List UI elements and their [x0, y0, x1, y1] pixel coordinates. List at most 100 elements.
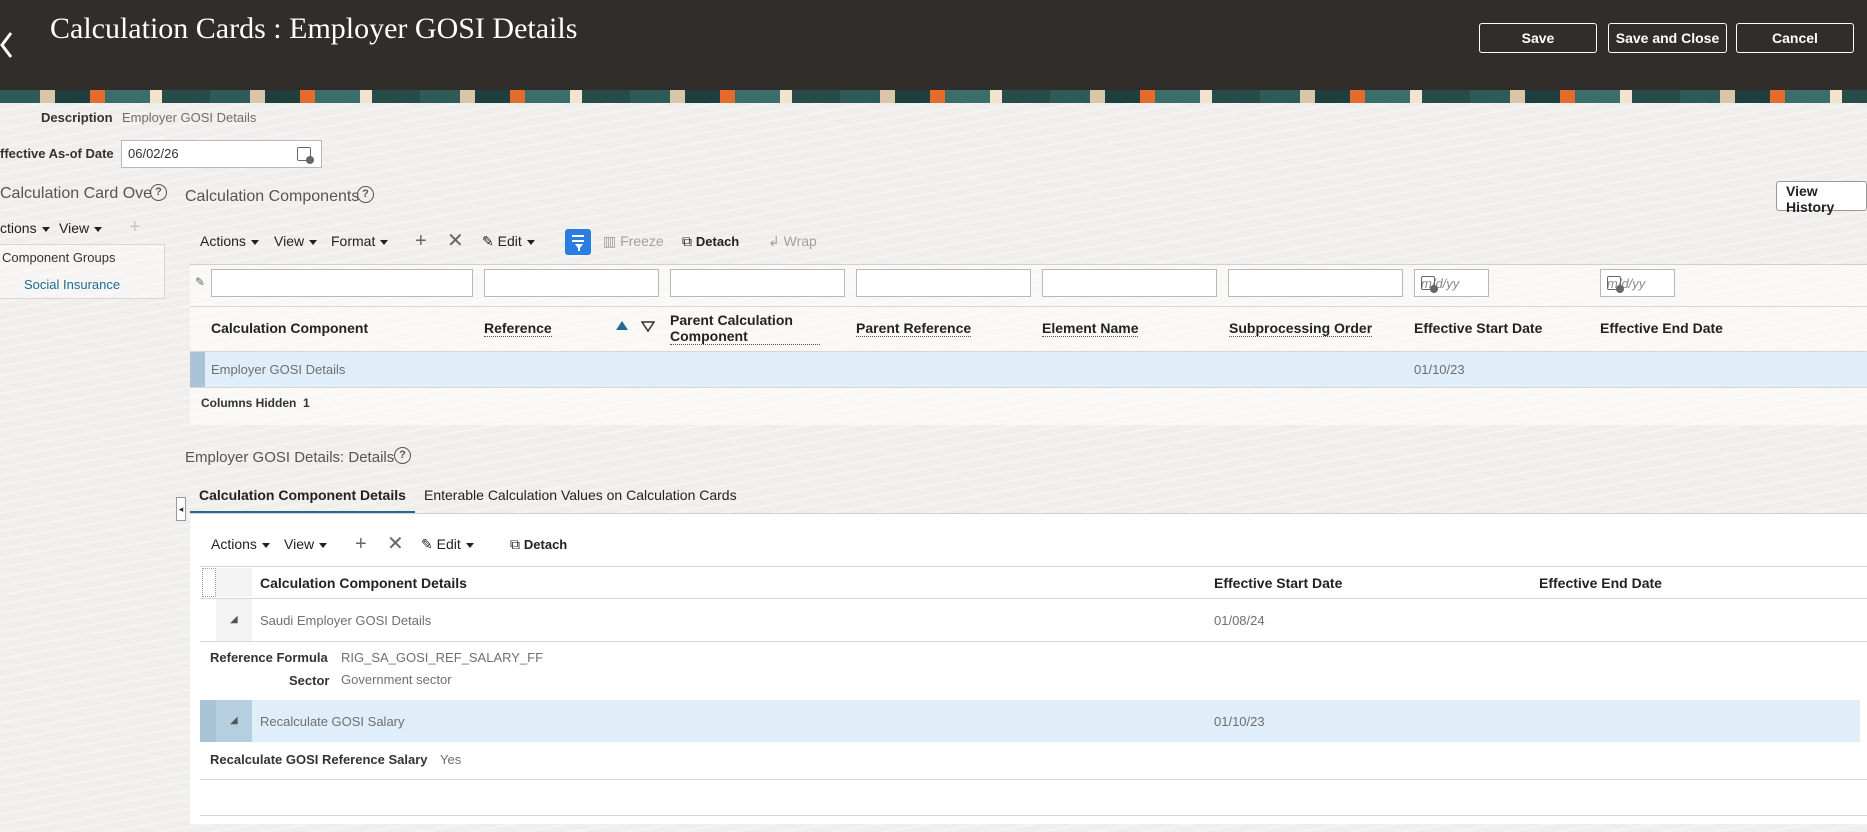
row-start-date: 01/10/23: [1214, 714, 1265, 729]
col-subprocessing-order[interactable]: Subprocessing Order: [1229, 320, 1373, 337]
select-all-cell[interactable]: [202, 568, 216, 597]
delete-icon[interactable]: ✕: [387, 534, 404, 554]
edit-label: Edit: [497, 233, 522, 249]
divider: [200, 566, 1867, 567]
help-icon[interactable]: ?: [394, 447, 411, 464]
collapse-pane-icon[interactable]: ◂: [176, 497, 186, 521]
table-row[interactable]: Employer GOSI Details 01/10/23: [190, 352, 1867, 387]
divider: [190, 387, 1867, 388]
details-title: Employer GOSI Details: Details: [185, 449, 395, 466]
freeze-label: Freeze: [620, 233, 664, 249]
detach-button[interactable]: ⧉ Detach: [682, 233, 739, 250]
filter-element-name[interactable]: [1042, 269, 1217, 297]
wrap-button[interactable]: ↲ Wrap: [768, 233, 817, 250]
detach-icon: ⧉: [682, 233, 692, 249]
divider: [200, 815, 1867, 816]
overview-view-menu[interactable]: View: [59, 220, 103, 236]
help-icon[interactable]: ?: [357, 186, 374, 203]
col-reference[interactable]: Reference: [484, 320, 552, 337]
edit-label: Edit: [436, 536, 461, 552]
col-calculation-component[interactable]: Calculation Component: [211, 320, 368, 336]
details-actions-menu[interactable]: Actions: [211, 536, 270, 552]
filter-effective-start-date[interactable]: m/d/yy: [1414, 269, 1489, 297]
col-effective-start-date[interactable]: Effective Start Date: [1414, 320, 1542, 336]
calendar-icon[interactable]: [1421, 276, 1438, 293]
filter-calculation-component[interactable]: [211, 269, 473, 297]
save-and-close-button[interactable]: Save and Close: [1608, 23, 1727, 53]
format-menu[interactable]: Format: [331, 233, 389, 249]
field-label-reference-formula: Reference Formula: [210, 650, 328, 665]
freeze-button[interactable]: ▥ Freeze: [603, 233, 664, 250]
actions-menu[interactable]: Actions: [200, 233, 259, 249]
col-parent-calculation-component[interactable]: Parent Calculation Component: [670, 312, 820, 345]
collapse-triangle-icon[interactable]: ◢: [230, 715, 238, 726]
filter-parent-reference[interactable]: [856, 269, 1031, 297]
calendar-icon[interactable]: [297, 147, 314, 164]
row-selector[interactable]: [200, 700, 216, 742]
tree-item-component-groups[interactable]: Component Groups: [2, 250, 115, 265]
view-label: View: [284, 536, 315, 552]
query-by-example-icon[interactable]: [565, 229, 591, 255]
back-arrow-icon[interactable]: [0, 30, 14, 60]
freeze-icon: ▥: [603, 233, 617, 249]
description-value: Employer GOSI Details: [122, 110, 257, 125]
collapse-triangle-icon[interactable]: ◢: [230, 614, 238, 625]
col-calculation-component-details[interactable]: Calculation Component Details: [260, 575, 467, 591]
row-selector[interactable]: [190, 352, 205, 387]
view-history-button[interactable]: View History: [1776, 181, 1867, 215]
add-icon[interactable]: +: [355, 534, 367, 554]
divider: [200, 641, 1867, 642]
row-name: Recalculate GOSI Salary: [260, 714, 405, 729]
columns-hidden-count: 1: [303, 396, 310, 410]
overview-actions-menu[interactable]: ctions: [0, 220, 50, 236]
filter-effective-end-date[interactable]: m/d/yy: [1600, 269, 1675, 297]
sort-descending-icon[interactable]: [640, 320, 656, 335]
tree-item-social-insurance[interactable]: Social Insurance: [24, 277, 120, 292]
filter-parent-calculation-component[interactable]: [670, 269, 845, 297]
col-effective-start-date[interactable]: Effective Start Date: [1214, 575, 1342, 591]
description-label: Description: [41, 110, 113, 125]
detach-label: Detach: [695, 234, 740, 249]
help-icon[interactable]: ?: [150, 184, 167, 201]
filter-reference[interactable]: [484, 269, 659, 297]
overview-title: Calculation Card Ove: [0, 185, 153, 202]
field-label-sector: Sector: [289, 673, 330, 688]
add-icon[interactable]: +: [129, 217, 141, 237]
as-of-date-field[interactable]: 06/02/26: [121, 140, 322, 168]
actions-label: Actions: [211, 536, 257, 552]
col-effective-end-date[interactable]: Effective End Date: [1539, 575, 1662, 591]
tab-enterable-calculation-values[interactable]: Enterable Calculation Values on Calculat…: [424, 487, 737, 503]
table-row[interactable]: ◢ Recalculate GOSI Salary 01/10/23: [200, 700, 1860, 742]
edit-menu[interactable]: ✎ Edit: [482, 233, 535, 250]
add-icon[interactable]: +: [415, 231, 427, 251]
cancel-button[interactable]: Cancel: [1736, 23, 1854, 53]
format-label: Format: [331, 233, 376, 249]
detach-icon: ⧉: [510, 536, 520, 552]
table-row[interactable]: ◢ Saudi Employer GOSI Details 01/08/24: [200, 599, 1867, 641]
view-label: View: [274, 233, 305, 249]
overview-actions-label: ctions: [0, 220, 37, 236]
row-name: Saudi Employer GOSI Details: [260, 613, 432, 628]
tab-calculation-component-details[interactable]: Calculation Component Details: [190, 480, 415, 514]
delete-icon[interactable]: ✕: [447, 231, 464, 251]
calendar-icon[interactable]: [1607, 276, 1624, 293]
row-start-date: 01/08/24: [1214, 613, 1265, 628]
as-of-date-value: 06/02/26: [128, 146, 179, 161]
wrap-icon: ↲: [768, 233, 780, 249]
sort-ascending-icon[interactable]: [615, 320, 629, 335]
col-element-name[interactable]: Element Name: [1042, 320, 1139, 337]
details-detach-button[interactable]: ⧉ Detach: [510, 536, 567, 553]
columns-hidden-status: Columns Hidden 1: [201, 396, 310, 410]
overview-view-label: View: [59, 220, 90, 236]
details-edit-menu[interactable]: ✎ Edit: [421, 536, 474, 553]
view-menu[interactable]: View: [274, 233, 318, 249]
cell-calculation-component: Employer GOSI Details: [211, 362, 346, 377]
save-button[interactable]: Save: [1479, 23, 1597, 53]
details-view-menu[interactable]: View: [284, 536, 328, 552]
filter-subprocessing-order[interactable]: [1228, 269, 1403, 297]
cell-effective-start-date: 01/10/23: [1414, 362, 1465, 377]
as-of-date-label: ffective As-of Date: [0, 146, 114, 161]
components-title: Calculation Components: [185, 188, 360, 205]
col-parent-reference[interactable]: Parent Reference: [856, 320, 972, 337]
col-effective-end-date[interactable]: Effective End Date: [1600, 320, 1723, 336]
